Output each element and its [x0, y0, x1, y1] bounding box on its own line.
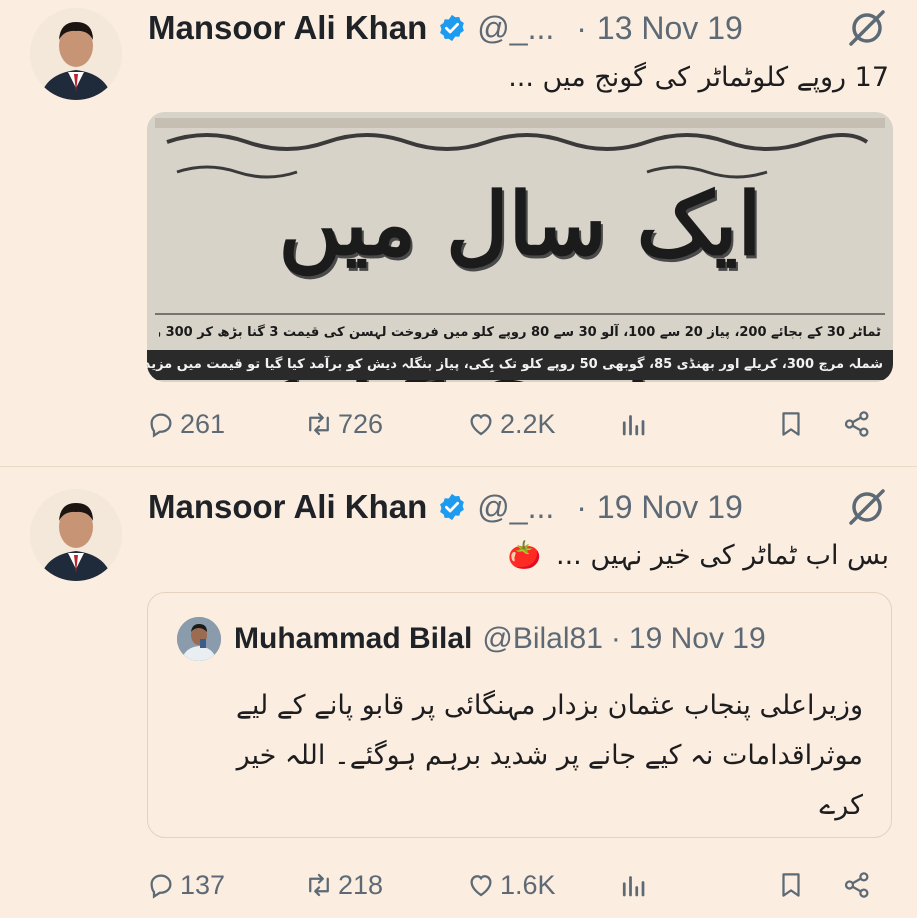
repost-count: 218 [338, 869, 384, 900]
quoted-tweet[interactable]: Muhammad Bilal @Bilal81 · 19 Nov 19 وزیر… [147, 592, 892, 838]
quoted-author-avatar[interactable] [177, 617, 221, 661]
repost-count: 726 [338, 408, 384, 439]
reply-count: 261 [180, 408, 226, 439]
bookmark-icon [782, 412, 800, 436]
tweet-header: Mansoor Ali Khan @_... · 13 Nov 19 [148, 0, 743, 56]
newspaper-strip: شملہ مرچ 300، کریلے اور بھنڈی 85، گوبھی … [147, 350, 893, 380]
separator-dot: · [610, 622, 621, 655]
share-button[interactable] [842, 865, 872, 905]
newspaper-subline: ٹماٹر 30 کے بجائے 200، پیاز 20 سے 100، آ… [159, 325, 881, 340]
separator-dot: · [576, 488, 587, 525]
reply-button[interactable]: 137 [146, 865, 225, 905]
like-count: 2.2K [500, 408, 556, 439]
views-icon [622, 876, 645, 897]
verified-badge-icon [440, 14, 465, 42]
grok-icon[interactable] [845, 6, 889, 50]
views-button[interactable] [618, 404, 648, 444]
tweet-date[interactable]: 19 Nov 19 [597, 489, 743, 526]
action-bar: 261 726 2.2K [146, 404, 886, 444]
tweet-text-body: بس اب ٹماٹر کی خیر نہیں ... [556, 540, 889, 571]
quoted-tweet-date[interactable]: 19 Nov 19 [629, 622, 766, 656]
reply-icon [150, 413, 172, 438]
author-name[interactable]: Mansoor Ali Khan [148, 9, 427, 47]
like-icon [470, 414, 492, 436]
tweet-header: Mansoor Ali Khan @_... · 19 Nov 19 [148, 479, 743, 535]
tomato-emoji: 🍅 [507, 540, 542, 571]
author-handle[interactable]: @_... [477, 10, 554, 47]
views-icon [622, 415, 645, 436]
reply-button[interactable]: 261 [146, 404, 225, 444]
newspaper-headline: ایک سال میں سبزیاں 6 گنا تک مہنگی [219, 174, 823, 382]
repost-button[interactable]: 218 [304, 865, 383, 905]
tweet-text: 17 روپے کلوٹماٹر کی گونج میں ... [508, 62, 889, 93]
quoted-author-name[interactable]: Muhammad Bilal [234, 622, 472, 656]
tweet[interactable]: Mansoor Ali Khan @_... · 19 Nov 19 بس اب… [0, 467, 917, 918]
author-name[interactable]: Mansoor Ali Khan [148, 488, 427, 526]
separator-dot: · [576, 9, 587, 46]
repost-icon [309, 873, 329, 897]
author-avatar[interactable] [30, 8, 122, 100]
like-icon [470, 875, 492, 897]
reply-icon [150, 874, 172, 899]
share-button[interactable] [842, 404, 872, 444]
share-icon [844, 872, 869, 898]
quoted-tweet-header: Muhammad Bilal @Bilal81 · 19 Nov 19 [234, 617, 766, 661]
quoted-author-handle[interactable]: @Bilal81 [482, 622, 603, 656]
repost-button[interactable]: 726 [304, 404, 383, 444]
like-button[interactable]: 1.6K [466, 865, 556, 905]
tweet[interactable]: Mansoor Ali Khan @_... · 13 Nov 19 17 رو… [0, 0, 917, 467]
verified-badge-icon [440, 493, 465, 521]
views-button[interactable] [618, 865, 648, 905]
action-bar: 137 218 1.6K [146, 865, 886, 905]
author-handle[interactable]: @_... [477, 489, 554, 526]
bookmark-button[interactable] [776, 404, 806, 444]
like-count: 1.6K [500, 869, 556, 900]
grok-icon[interactable] [845, 485, 889, 529]
share-icon [844, 411, 869, 437]
author-avatar[interactable] [30, 489, 122, 581]
bookmark-icon [782, 873, 800, 897]
tweet-image[interactable]: ایک سال میں سبزیاں 6 گنا تک مہنگی ٹماٹر … [147, 112, 893, 382]
tweet-text: بس اب ٹماٹر کی خیر نہیں ... 🍅 [508, 539, 889, 571]
bookmark-button[interactable] [776, 865, 806, 905]
repost-icon [309, 412, 329, 436]
reply-count: 137 [180, 869, 226, 900]
quoted-tweet-text: وزیراعلی پنجاب عثمان بزدار مہنگائی پر قا… [236, 690, 863, 821]
like-button[interactable]: 2.2K [466, 404, 556, 444]
tweet-date[interactable]: 13 Nov 19 [597, 10, 743, 47]
